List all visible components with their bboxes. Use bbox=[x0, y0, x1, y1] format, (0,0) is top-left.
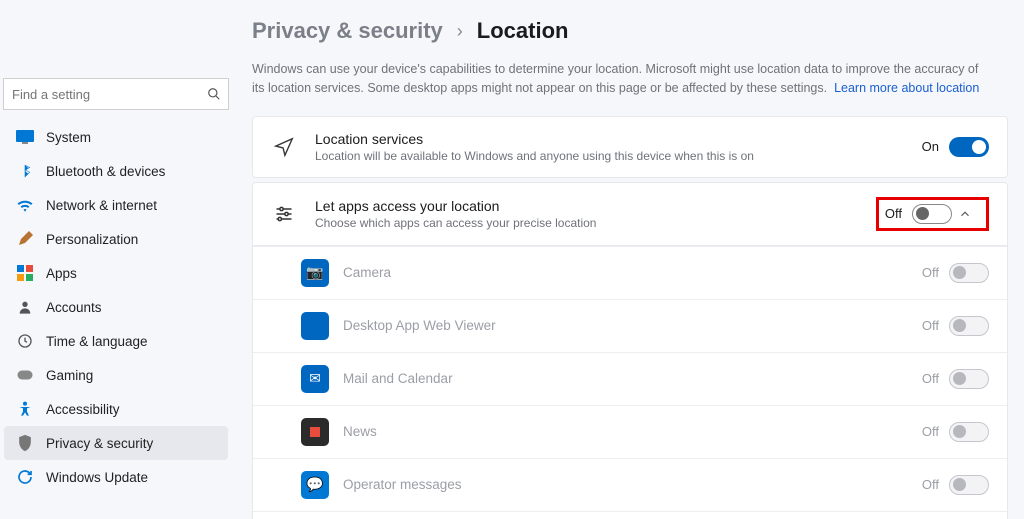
sidebar-item-label: Gaming bbox=[46, 368, 93, 383]
learn-more-link[interactable]: Learn more about location bbox=[834, 81, 979, 95]
app-row-mail-calendar: ✉ Mail and Calendar Off bbox=[253, 352, 1007, 405]
sidebar-item-label: Apps bbox=[46, 266, 77, 281]
app-name: Camera bbox=[343, 265, 922, 280]
brush-icon bbox=[16, 230, 34, 248]
apps-access-sub: Choose which apps can access your precis… bbox=[315, 216, 864, 230]
sidebar-item-label: System bbox=[46, 130, 91, 145]
search-row bbox=[3, 78, 229, 110]
system-icon bbox=[16, 128, 34, 146]
main-content: Privacy & security › Location Windows ca… bbox=[232, 0, 1024, 519]
app-list: 📷 Camera Off Desktop App Web Viewer Off … bbox=[252, 246, 1008, 519]
page-description: Windows can use your device's capabiliti… bbox=[252, 60, 992, 98]
accessibility-icon bbox=[16, 400, 34, 418]
sidebar-item-accounts[interactable]: Accounts bbox=[4, 290, 228, 324]
location-services-card: Location services Location will be avail… bbox=[252, 116, 1008, 178]
sidebar-item-label: Network & internet bbox=[46, 198, 157, 213]
apps-access-toggle[interactable] bbox=[912, 204, 952, 224]
app-row-operator-messages: 💬 Operator messages Off bbox=[253, 458, 1007, 511]
location-services-state: On bbox=[922, 139, 939, 154]
app-toggle-news[interactable] bbox=[949, 422, 989, 442]
sliders-icon bbox=[271, 204, 297, 224]
sidebar-item-time-language[interactable]: Time & language bbox=[4, 324, 228, 358]
app-toggle-desktop-viewer[interactable] bbox=[949, 316, 989, 336]
apps-access-state: Off bbox=[885, 206, 902, 221]
sidebar-item-network[interactable]: Network & internet bbox=[4, 188, 228, 222]
app-toggle-operator[interactable] bbox=[949, 475, 989, 495]
apps-access-title: Let apps access your location bbox=[315, 198, 864, 214]
camera-app-icon: 📷 bbox=[301, 259, 329, 287]
breadcrumb-parent[interactable]: Privacy & security bbox=[252, 18, 443, 44]
sidebar-item-label: Time & language bbox=[46, 334, 148, 349]
location-arrow-icon bbox=[271, 136, 297, 158]
chevron-up-icon[interactable] bbox=[958, 207, 980, 221]
sidebar-item-label: Accounts bbox=[46, 300, 102, 315]
sidebar-item-gaming[interactable]: Gaming bbox=[4, 358, 228, 392]
sidebar-item-label: Windows Update bbox=[46, 470, 148, 485]
sidebar-item-privacy-security[interactable]: Privacy & security bbox=[4, 426, 228, 460]
sidebar-item-bluetooth[interactable]: Bluetooth & devices bbox=[4, 154, 228, 188]
sidebar-item-accessibility[interactable]: Accessibility bbox=[4, 392, 228, 426]
app-toggle-state: Off bbox=[922, 424, 939, 439]
app-name: Operator messages bbox=[343, 477, 922, 492]
desktop-viewer-app-icon bbox=[301, 312, 329, 340]
breadcrumb: Privacy & security › Location bbox=[252, 18, 1008, 44]
sidebar-item-label: Accessibility bbox=[46, 402, 120, 417]
gaming-icon bbox=[16, 366, 34, 384]
shield-icon bbox=[16, 434, 34, 452]
app-toggle-mail[interactable] bbox=[949, 369, 989, 389]
apps-icon bbox=[16, 264, 34, 282]
app-name: News bbox=[343, 424, 922, 439]
location-services-toggle[interactable] bbox=[949, 137, 989, 157]
search-input[interactable] bbox=[3, 78, 229, 110]
location-services-title: Location services bbox=[315, 131, 922, 147]
highlight-annotation: Off bbox=[876, 197, 989, 231]
sidebar-item-label: Privacy & security bbox=[46, 436, 153, 451]
app-row-camera: 📷 Camera Off bbox=[253, 246, 1007, 299]
bluetooth-icon bbox=[16, 162, 34, 180]
app-toggle-state: Off bbox=[922, 477, 939, 492]
update-icon bbox=[16, 468, 34, 486]
sidebar-item-personalization[interactable]: Personalization bbox=[4, 222, 228, 256]
sidebar-item-system[interactable]: System bbox=[4, 120, 228, 154]
nav-list: System Bluetooth & devices Network & int… bbox=[0, 120, 232, 494]
operator-app-icon: 💬 bbox=[301, 471, 329, 499]
sidebar-item-label: Bluetooth & devices bbox=[46, 164, 165, 179]
app-toggle-state: Off bbox=[922, 371, 939, 386]
chevron-right-icon: › bbox=[457, 21, 463, 42]
app-row-settings: ⚙ Settings Last accessed 27-05-2023 | 10… bbox=[253, 511, 1007, 519]
app-name: Mail and Calendar bbox=[343, 371, 922, 386]
app-toggle-camera[interactable] bbox=[949, 263, 989, 283]
sidebar-item-apps[interactable]: Apps bbox=[4, 256, 228, 290]
clock-icon bbox=[16, 332, 34, 350]
app-toggle-state: Off bbox=[922, 318, 939, 333]
news-app-icon bbox=[301, 418, 329, 446]
sidebar-item-windows-update[interactable]: Windows Update bbox=[4, 460, 228, 494]
app-row-news: News Off bbox=[253, 405, 1007, 458]
sidebar-item-label: Personalization bbox=[46, 232, 138, 247]
wifi-icon bbox=[16, 196, 34, 214]
app-row-desktop-web-viewer: Desktop App Web Viewer Off bbox=[253, 299, 1007, 352]
mail-app-icon: ✉ bbox=[301, 365, 329, 393]
breadcrumb-current: Location bbox=[477, 18, 569, 44]
person-icon bbox=[16, 298, 34, 316]
search-icon[interactable] bbox=[207, 87, 221, 101]
app-toggle-state: Off bbox=[922, 265, 939, 280]
apps-access-card: Let apps access your location Choose whi… bbox=[252, 182, 1008, 246]
location-services-sub: Location will be available to Windows an… bbox=[315, 149, 922, 163]
settings-sidebar: System Bluetooth & devices Network & int… bbox=[0, 0, 232, 519]
app-name: Desktop App Web Viewer bbox=[343, 318, 922, 333]
